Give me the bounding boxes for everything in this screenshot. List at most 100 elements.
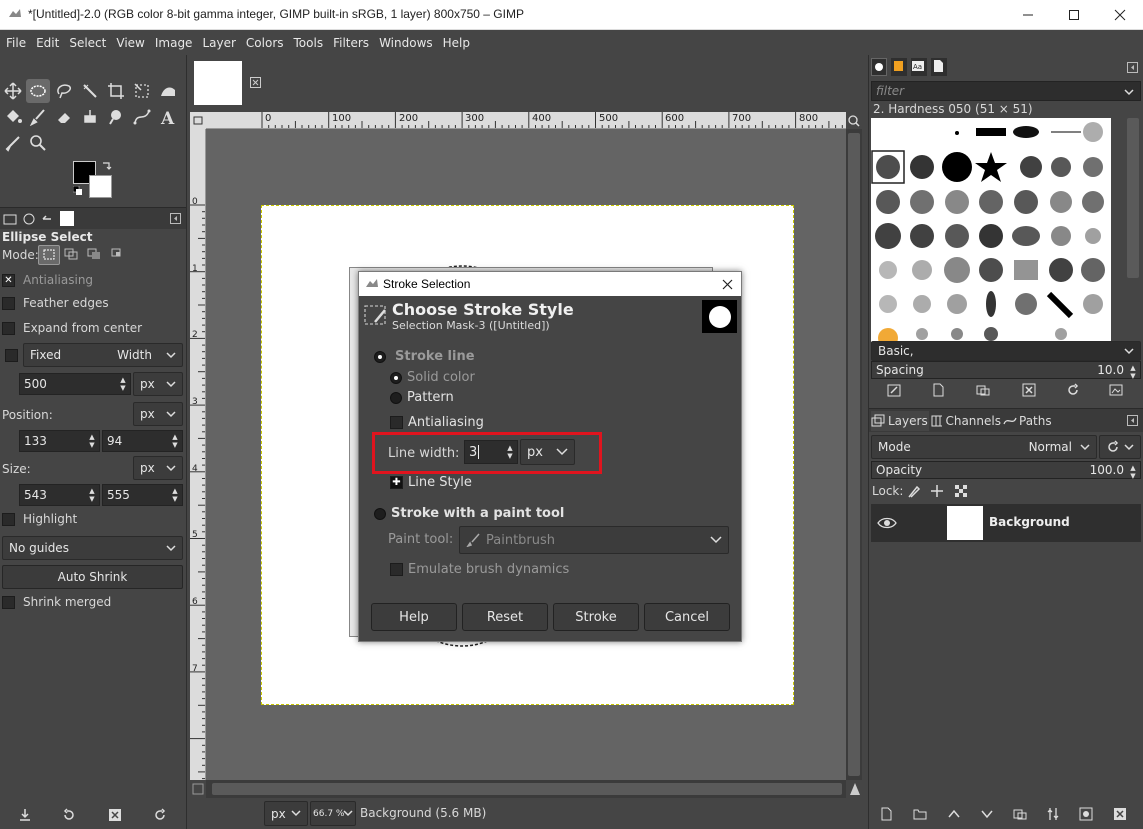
highlight-checkbox[interactable] <box>2 513 15 526</box>
new-layer-group-icon[interactable] <box>913 807 927 821</box>
auto-shrink-button[interactable]: Auto Shrink <box>2 565 183 589</box>
refresh-brushes-icon[interactable] <box>1066 383 1080 397</box>
paintbrush-tool-icon[interactable] <box>26 105 50 129</box>
minimize-button[interactable] <box>1005 0 1051 30</box>
unified-transform-tool-icon[interactable] <box>130 79 154 103</box>
background-color-swatch[interactable] <box>89 175 112 198</box>
layer-row-background[interactable]: Background <box>871 504 1141 542</box>
brush-grid[interactable] <box>871 118 1111 342</box>
ruler-corner[interactable] <box>190 112 206 129</box>
configure-tab-icon[interactable] <box>1127 62 1138 73</box>
pattern-radio[interactable]: Pattern <box>390 390 454 405</box>
expand-from-center-option[interactable]: Expand from center <box>2 317 184 339</box>
mode-add-icon[interactable] <box>63 247 79 261</box>
composite-mode-combo[interactable] <box>1099 435 1141 459</box>
menu-tools[interactable]: Tools <box>289 36 329 50</box>
text-tool-icon[interactable]: A <box>156 105 180 129</box>
tab-channels[interactable]: Channels <box>931 411 1001 431</box>
horizontal-ruler[interactable]: 0 100 200 300 400 500 600 700 800 <box>206 112 846 129</box>
line-width-input[interactable]: 3 ▲▼ <box>464 440 518 464</box>
antialiasing-option[interactable]: ✕Antialiasing <box>2 269 184 291</box>
duplicate-brush-icon[interactable] <box>976 383 990 397</box>
size-width-input[interactable]: 543▲▼ <box>19 484 100 506</box>
menu-help[interactable]: Help <box>438 36 475 50</box>
image-thumbnail[interactable] <box>194 61 242 105</box>
line-width-unit-combo[interactable]: px <box>520 439 575 465</box>
emulate-dynamics-option[interactable]: Emulate brush dynamics <box>390 562 569 577</box>
new-layer-icon[interactable] <box>879 807 893 821</box>
tab-paths[interactable]: Paths <box>1003 411 1058 431</box>
menu-file[interactable]: File <box>1 36 31 50</box>
layer-mode-combo[interactable]: Mode Normal <box>871 435 1097 459</box>
menu-filters[interactable]: Filters <box>328 36 374 50</box>
reset-button[interactable]: Reset <box>462 603 548 631</box>
brushes-tab-icon[interactable] <box>871 58 887 76</box>
clone-tool-icon[interactable] <box>78 105 102 129</box>
tool-options-tab-icon[interactable] <box>3 212 17 226</box>
horizontal-scrollbar[interactable] <box>206 780 846 798</box>
mode-intersect-icon[interactable] <box>110 247 126 261</box>
tab-layers[interactable]: Layers <box>871 411 929 431</box>
expand-from-center-checkbox[interactable] <box>2 322 15 335</box>
stroke-button[interactable]: Stroke <box>553 603 639 631</box>
move-tool-icon[interactable] <box>1 79 25 103</box>
menu-windows[interactable]: Windows <box>374 36 438 50</box>
quick-mask-toggle[interactable] <box>190 780 206 798</box>
new-brush-icon[interactable] <box>931 383 945 397</box>
lower-layer-icon[interactable] <box>980 807 994 821</box>
open-brush-as-image-icon[interactable] <box>1109 383 1123 397</box>
stroke-line-radio-button[interactable] <box>374 351 386 363</box>
pattern-radio-button[interactable] <box>390 392 402 404</box>
fonts-tab-icon[interactable]: Aa <box>911 58 927 76</box>
opacity-slider[interactable]: Opacity 100.0 ▲▼ <box>871 461 1141 479</box>
position-y-input[interactable]: 94▲▼ <box>102 430 183 452</box>
restore-preset-icon[interactable] <box>62 808 76 822</box>
duplicate-layer-icon[interactable] <box>1013 807 1027 821</box>
vertical-scroll-thumb[interactable] <box>848 133 860 776</box>
raise-layer-icon[interactable] <box>947 807 961 821</box>
size-unit-combo[interactable]: px <box>133 456 183 480</box>
guides-combo[interactable]: No guides <box>2 536 183 560</box>
highlight-option[interactable]: Highlight <box>2 508 184 530</box>
configure-tab-icon[interactable] <box>170 213 181 224</box>
menu-image[interactable]: Image <box>150 36 198 50</box>
position-unit-combo[interactable]: px <box>133 402 183 426</box>
lock-alpha-icon[interactable] <box>954 484 968 498</box>
help-button[interactable]: Help <box>371 603 457 631</box>
line-style-expander[interactable]: ✚Line Style <box>390 475 472 490</box>
feather-edges-option[interactable]: Feather edges <box>2 292 184 314</box>
size-height-input[interactable]: 555▲▼ <box>102 484 183 506</box>
delete-brush-icon[interactable] <box>1022 383 1036 397</box>
configure-tab-icon[interactable] <box>1127 415 1138 426</box>
mode-subtract-icon[interactable] <box>86 247 102 261</box>
menu-view[interactable]: View <box>111 36 149 50</box>
paths-tool-icon[interactable] <box>130 105 154 129</box>
undo-history-tab-icon[interactable] <box>40 212 54 226</box>
stroke-paint-tool-radio-button[interactable] <box>374 508 386 520</box>
maximize-button[interactable] <box>1051 0 1097 30</box>
eraser-tool-icon[interactable] <box>52 105 76 129</box>
crop-tool-icon[interactable] <box>104 79 128 103</box>
bucket-fill-tool-icon[interactable] <box>1 105 25 129</box>
fixed-aspect-combo[interactable]: Fixed Width <box>23 343 183 367</box>
solid-color-radio-button[interactable] <box>390 372 402 384</box>
images-tab-icon[interactable] <box>60 211 74 226</box>
swap-colors-icon[interactable] <box>102 160 112 170</box>
fixed-unit-combo[interactable]: px <box>133 372 183 396</box>
vertical-ruler[interactable]: 0 1 2 3 4 5 6 7 <box>190 129 206 780</box>
menu-edit[interactable]: Edit <box>31 36 64 50</box>
zoom-tool-icon[interactable] <box>26 131 50 155</box>
status-unit-combo[interactable]: px <box>264 801 308 826</box>
lock-pixels-icon[interactable] <box>907 484 921 498</box>
zoom-fit-icon[interactable] <box>846 112 862 129</box>
fuzzy-select-tool-icon[interactable] <box>78 79 102 103</box>
smudge-tool-icon[interactable] <box>104 105 128 129</box>
shrink-merged-option[interactable]: Shrink merged <box>2 591 184 613</box>
fixed-value-input[interactable]: 500▲▼ <box>19 373 131 395</box>
solid-color-radio[interactable]: Solid color <box>390 370 475 385</box>
horizontal-scroll-thumb[interactable] <box>212 783 842 795</box>
add-mask-icon[interactable] <box>1079 807 1093 821</box>
edit-brush-icon[interactable] <box>887 383 901 397</box>
eye-visibility-icon[interactable] <box>877 516 897 530</box>
lasso-tool-icon[interactable] <box>52 79 76 103</box>
